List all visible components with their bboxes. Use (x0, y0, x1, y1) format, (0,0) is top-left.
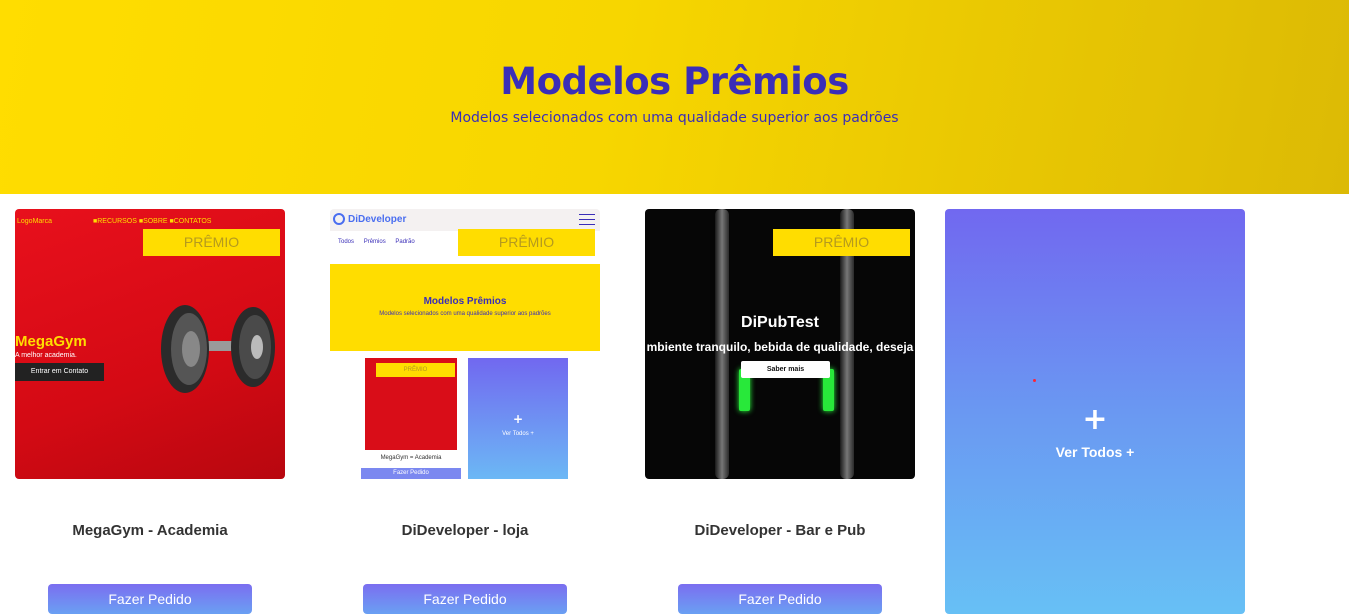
preview-logo: LogoMarca (17, 218, 53, 225)
preview-cta: Saber mais (741, 361, 830, 378)
premium-badge: PRÊMIO (143, 229, 280, 256)
dot (1033, 379, 1036, 382)
preview-subtitle: mbiente tranquilo, bebida de qualidade, … (646, 340, 914, 354)
dumbbell-icon (161, 305, 275, 393)
hamburger-icon (579, 214, 595, 225)
preview-tagline: A melhor academia. (15, 352, 77, 359)
preview-hero-title: Modelos Prêmios (423, 296, 507, 307)
preview-mini-view-all: + Ver Todos + (468, 358, 568, 479)
preview-topbar: DiDeveloper (330, 209, 600, 231)
order-button[interactable]: Fazer Pedido (48, 584, 252, 614)
hero-banner: Modelos Prêmios Modelos selecionados com… (0, 0, 1349, 194)
preview-tab: Prêmios (363, 239, 386, 245)
preview-title: DiPubTest (741, 314, 819, 331)
card-title: MegaGym - Academia (72, 522, 228, 539)
preview-logo: DiDeveloper (348, 214, 407, 225)
template-preview-loja[interactable]: DiDeveloper Todos Prêmios Padrão Modelos… (330, 209, 600, 479)
order-button[interactable]: Fazer Pedido (363, 584, 567, 614)
preview-brand: MegaGym (15, 333, 87, 350)
page-title: Modelos Prêmios (500, 60, 849, 103)
plus-icon: + (1082, 402, 1108, 437)
card-title: DiDeveloper - Bar e Pub (694, 522, 866, 539)
preview-tab: Padrão (395, 239, 415, 245)
logo-icon (333, 213, 345, 225)
preview-cta: Entrar em Contato (15, 363, 104, 381)
template-preview-pub[interactable]: DiPubTest mbiente tranquilo, bebida de q… (645, 209, 915, 479)
preview-mini-button: Fazer Pedido (361, 468, 461, 479)
preview-mini-view-all-label: Ver Todos + (502, 431, 534, 437)
template-preview-megagym[interactable]: LogoMarca ■RECURSOS ■SOBRE ■CONTATOS Meg… (15, 209, 285, 479)
view-all-label: Ver Todos + (1055, 444, 1135, 460)
preview-nav: ■RECURSOS ■SOBRE ■CONTATOS (93, 218, 212, 225)
premium-badge: PRÊMIO (773, 229, 910, 256)
order-button[interactable]: Fazer Pedido (678, 584, 882, 614)
preview-hero: Modelos Prêmios Modelos selecionados com… (330, 264, 600, 351)
preview-tab: Todos (338, 239, 355, 245)
premium-badge: PRÊMIO (458, 229, 595, 256)
view-all-card[interactable]: + Ver Todos + (945, 209, 1245, 614)
card-title: DiDeveloper - loja (401, 522, 529, 539)
preview-hero-subtitle: Modelos selecionados com uma qualidade s… (379, 311, 551, 317)
preview-mini-badge: PRÊMIO (376, 363, 455, 377)
preview-tabs: Todos Prêmios Padrão (338, 239, 423, 245)
preview-mini-title: MegaGym = Academia (380, 455, 442, 461)
page-subtitle: Modelos selecionados com uma qualidade s… (450, 110, 899, 126)
plus-icon: + (512, 412, 524, 426)
